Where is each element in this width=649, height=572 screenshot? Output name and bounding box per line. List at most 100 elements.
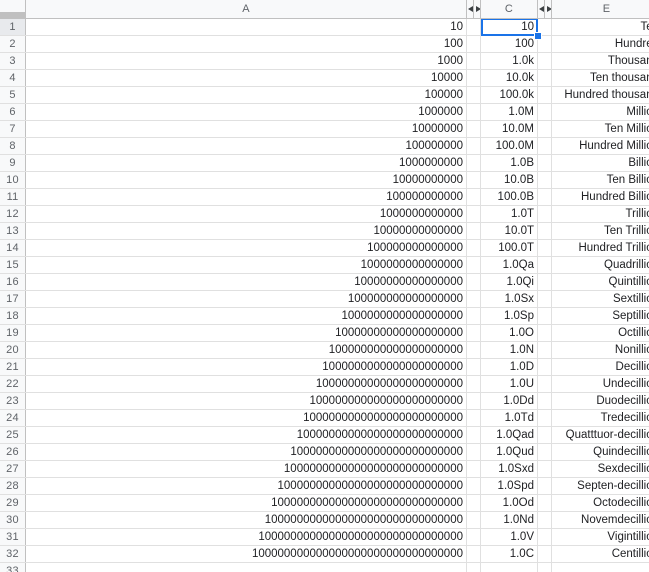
cell-a14[interactable]: 100000000000000	[26, 240, 467, 256]
table-row[interactable]: 33	[0, 563, 649, 572]
cell-c20[interactable]: 1.0N	[481, 342, 538, 358]
cell-c28[interactable]: 1.0Spd	[481, 478, 538, 494]
cell-e26[interactable]: Quindecillion	[552, 444, 649, 460]
cell-a6[interactable]: 1000000	[26, 104, 467, 120]
cell-c10[interactable]: 10.0B	[481, 172, 538, 188]
row-header[interactable]: 11	[0, 189, 26, 205]
cell-a1[interactable]: 10	[26, 19, 467, 35]
table-row[interactable]: 151000000000000000 1.0Qa Quadrillion	[0, 257, 649, 274]
cell-e15[interactable]: Quadrillion	[552, 257, 649, 273]
cell-c33[interactable]	[481, 563, 538, 572]
cell-c7[interactable]: 10.0M	[481, 121, 538, 137]
cell-c14[interactable]: 100.0T	[481, 240, 538, 256]
hidden-column-indicator-d-right[interactable]	[545, 0, 552, 18]
row-header[interactable]: 10	[0, 172, 26, 188]
row-header[interactable]: 33	[0, 563, 26, 572]
table-row[interactable]: 20100000000000000000000 1.0N Nonillion	[0, 342, 649, 359]
cell-e6[interactable]: Million	[552, 104, 649, 120]
cell-c12[interactable]: 1.0T	[481, 206, 538, 222]
cell-c16[interactable]: 1.0Qi	[481, 274, 538, 290]
table-row[interactable]: 27 1000000000000000000000000000 1.0Sxd Sexd…	[0, 461, 649, 478]
cell-c19[interactable]: 1.0O	[481, 325, 538, 341]
cell-a18[interactable]: 1000000000000000000	[26, 308, 467, 324]
cell-c24[interactable]: 1.0Td	[481, 410, 538, 426]
cell-c26[interactable]: 1.0Qud	[481, 444, 538, 460]
cell-c22[interactable]: 1.0U	[481, 376, 538, 392]
cell-e17[interactable]: Sextillion	[552, 291, 649, 307]
column-header-c[interactable]: C	[481, 0, 538, 18]
cell-a27[interactable]: 1000000000000000000000000000	[26, 461, 467, 477]
row-header[interactable]: 22	[0, 376, 26, 392]
table-row[interactable]: 11100000000000 100.0B Hundred Billion	[0, 189, 649, 206]
cell-e22[interactable]: Undecillion	[552, 376, 649, 392]
table-row[interactable]: 23 100000000000000000000000 1.0Dd Duodecill…	[0, 393, 649, 410]
row-header[interactable]: 16	[0, 274, 26, 290]
cell-a3[interactable]: 1000	[26, 53, 467, 69]
cell-c5[interactable]: 100.0k	[481, 87, 538, 103]
row-header[interactable]: 19	[0, 325, 26, 341]
table-row[interactable]: 1610000000000000000 1.0Qi Quintillion	[0, 274, 649, 291]
row-header[interactable]: 31	[0, 529, 26, 545]
cell-a20[interactable]: 100000000000000000000	[26, 342, 467, 358]
cell-a23[interactable]: 100000000000000000000000	[26, 393, 467, 409]
cell-a8[interactable]: 100000000	[26, 138, 467, 154]
row-header[interactable]: 14	[0, 240, 26, 256]
cell-a22[interactable]: 10000000000000000000000	[26, 376, 467, 392]
cell-a25[interactable]: 10000000000000000000000000	[26, 427, 467, 443]
cell-c9[interactable]: 1.0B	[481, 155, 538, 171]
rows-viewport[interactable]: 11010Ten2100100Hundred310001.0kThousand4…	[0, 19, 649, 572]
cell-a4[interactable]: 10000	[26, 70, 467, 86]
cell-e13[interactable]: Ten Trillion	[552, 223, 649, 239]
row-header[interactable]: 15	[0, 257, 26, 273]
cell-e32[interactable]: Centillion	[552, 546, 649, 562]
cell-e2[interactable]: Hundred	[552, 36, 649, 52]
cell-e18[interactable]: Septillion	[552, 308, 649, 324]
row-header[interactable]: 28	[0, 478, 26, 494]
table-row[interactable]: 24 1000000000000000000000000 1.0Td Tredecil…	[0, 410, 649, 427]
table-row[interactable]: 29 100000000000000000000000000000 1.0Od Oct…	[0, 495, 649, 512]
table-row[interactable]: 91000000000 1.0B Billion	[0, 155, 649, 172]
hidden-column-indicator-b-left[interactable]	[467, 0, 474, 18]
row-header[interactable]: 30	[0, 512, 26, 528]
table-row[interactable]: 1910000000000000000000 1.0O Octillion	[0, 325, 649, 342]
cell-a5[interactable]: 100000	[26, 87, 467, 103]
table-row[interactable]: 17100000000000000000 1.0Sx Sextillion	[0, 291, 649, 308]
row-header[interactable]: 5	[0, 87, 26, 103]
cell-a10[interactable]: 10000000000	[26, 172, 467, 188]
table-row[interactable]: 1310000000000000 10.0T Ten Trillion	[0, 223, 649, 240]
hidden-column-indicator-d-left[interactable]	[538, 0, 545, 18]
table-row[interactable]: 710000000 10.0M Ten Million	[0, 121, 649, 138]
cell-a11[interactable]: 100000000000	[26, 189, 467, 205]
cell-a12[interactable]: 1000000000000	[26, 206, 467, 222]
cell-c23[interactable]: 1.0Dd	[481, 393, 538, 409]
row-header[interactable]: 32	[0, 546, 26, 562]
cell-a13[interactable]: 10000000000000	[26, 223, 467, 239]
row-header[interactable]: 27	[0, 461, 26, 477]
table-row[interactable]: 61000000 1.0M Million	[0, 104, 649, 121]
row-header[interactable]: 7	[0, 121, 26, 137]
cell-a26[interactable]: 100000000000000000000000000	[26, 444, 467, 460]
cell-e8[interactable]: Hundred Million	[552, 138, 649, 154]
row-header[interactable]: 24	[0, 410, 26, 426]
cell-a31[interactable]: 10000000000000000000000000000000	[26, 529, 467, 545]
row-header[interactable]: 17	[0, 291, 26, 307]
cell-e3[interactable]: Thousand	[552, 53, 649, 69]
row-header[interactable]: 13	[0, 223, 26, 239]
table-row[interactable]: 121000000000000 1.0T Trillion	[0, 206, 649, 223]
cell-e30[interactable]: Novemdecillion	[552, 512, 649, 528]
cell-c17[interactable]: 1.0Sx	[481, 291, 538, 307]
row-header[interactable]: 20	[0, 342, 26, 358]
table-row[interactable]: 30 1000000000000000000000000000000 1.0Nd No…	[0, 512, 649, 529]
table-row[interactable]: 181000000000000000000 1.0Sp Septillion	[0, 308, 649, 325]
row-header[interactable]: 6	[0, 104, 26, 120]
table-row[interactable]: 26 100000000000000000000000000 1.0Qud Quind…	[0, 444, 649, 461]
row-header[interactable]: 26	[0, 444, 26, 460]
cell-a9[interactable]: 1000000000	[26, 155, 467, 171]
row-header[interactable]: 4	[0, 70, 26, 86]
cell-e11[interactable]: Hundred Billion	[552, 189, 649, 205]
cell-a7[interactable]: 10000000	[26, 121, 467, 137]
cell-a28[interactable]: 10000000000000000000000000000	[26, 478, 467, 494]
table-row[interactable]: 1010000000000 10.0B Ten Billion	[0, 172, 649, 189]
cell-c15[interactable]: 1.0Qa	[481, 257, 538, 273]
row-header[interactable]: 23	[0, 393, 26, 409]
